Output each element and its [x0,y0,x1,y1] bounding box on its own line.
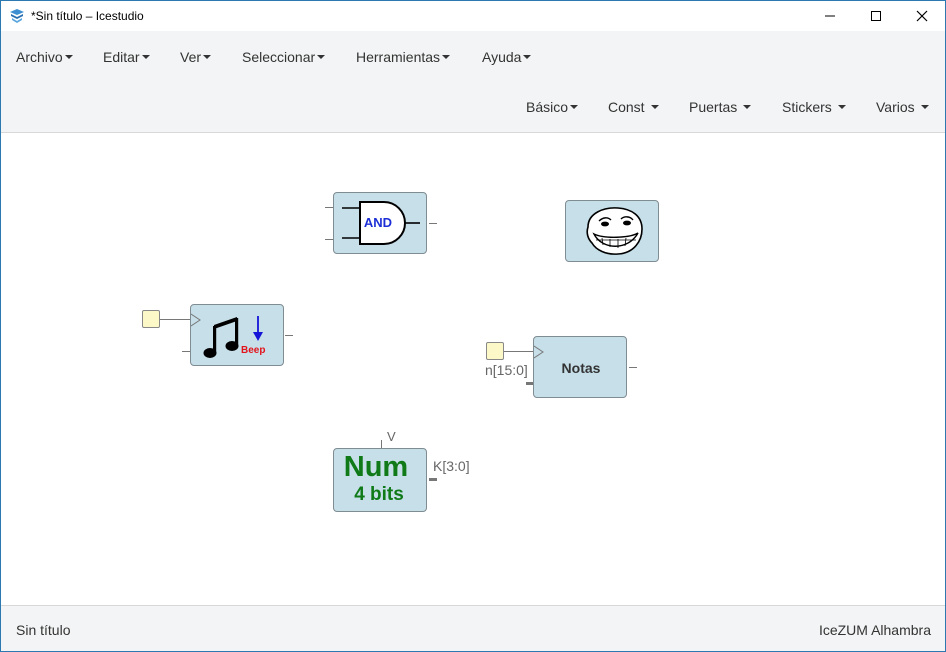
caret-down-icon [203,55,212,60]
menu-puertas[interactable]: Puertas [689,99,752,115]
title-bar: *Sin título – Icestudio [1,1,945,31]
icestudio-logo-icon [9,8,25,24]
status-bar: Sin título IceZUM Alhambra [1,605,945,651]
notas-input-pin[interactable] [486,342,504,360]
num-output-label: K[3:0] [433,458,470,474]
num-block-title: Num [343,451,409,483]
caret-down-icon [920,105,929,110]
caret-down-icon [650,105,659,110]
arrow-down-icon [253,316,263,341]
notas-bus-label: n[15:0] [485,362,528,378]
and-input-wire-a [325,207,333,208]
and-output-wire [429,223,437,224]
beep-input-wire [160,319,190,320]
menu-ayuda[interactable]: Ayuda [482,49,532,65]
menu-archivo[interactable]: Archivo [16,49,73,65]
num-block-subtitle: 4 bits [354,484,404,505]
num-param-wire [381,440,382,448]
maximize-button[interactable] [853,1,899,31]
and-input-wire-b [325,239,333,240]
num-output-wire [429,478,437,481]
beep-block[interactable]: Beep [190,304,284,366]
notas-block[interactable]: Notas [533,336,627,398]
close-button[interactable] [899,1,945,31]
notas-block-title: Notas [561,360,601,376]
caret-down-icon [523,55,532,60]
beep-input-wire-b [182,351,190,352]
menu-herramientas[interactable]: Herramientas [356,49,451,65]
notas-input-wire [504,351,534,352]
num-const-block[interactable]: Num 4 bits [333,448,427,512]
caret-down-icon [442,55,451,60]
window-title: *Sin título – Icestudio [31,9,144,23]
close-icon [916,10,928,22]
menu-const[interactable]: Const [608,99,659,115]
caret-down-icon [317,55,326,60]
num-param-label: V [387,429,396,444]
beep-input-pin[interactable] [142,310,160,328]
caret-down-icon [570,105,579,110]
menu-seleccionar[interactable]: Seleccionar [242,49,326,65]
menu-editar[interactable]: Editar [103,49,150,65]
design-canvas[interactable]: AND Beep n[15:0] Notas V K[3:0] Num 4 bi… [1,133,945,605]
minimize-button[interactable] [807,1,853,31]
troll-face-icon [586,207,643,255]
menu-stickers[interactable]: Stickers [782,99,846,115]
status-file-name: Sin título [16,622,71,638]
notas-output-wire [629,367,637,368]
caret-down-icon [837,105,846,110]
maximize-icon [871,11,881,21]
sticker-block[interactable] [565,200,659,262]
caret-down-icon [141,55,150,60]
menu-varios[interactable]: Varios [876,99,929,115]
status-board-selector[interactable]: IceZUM Alhambra [819,622,931,638]
caret-down-icon [743,105,752,110]
beep-label: Beep [241,345,266,356]
beep-output-wire [285,335,293,336]
and-gate-block[interactable]: AND [333,192,427,254]
minimize-icon [825,15,835,17]
menu-ver[interactable]: Ver [180,49,212,65]
app-window: *Sin título – Icestudio Archivo Editar V… [0,0,946,652]
caret-down-icon [64,55,73,60]
menu-basico[interactable]: Básico [526,99,579,115]
and-gate-label: AND [363,215,393,230]
menu-bar: Archivo Editar Ver Seleccionar Herramien… [1,31,945,133]
